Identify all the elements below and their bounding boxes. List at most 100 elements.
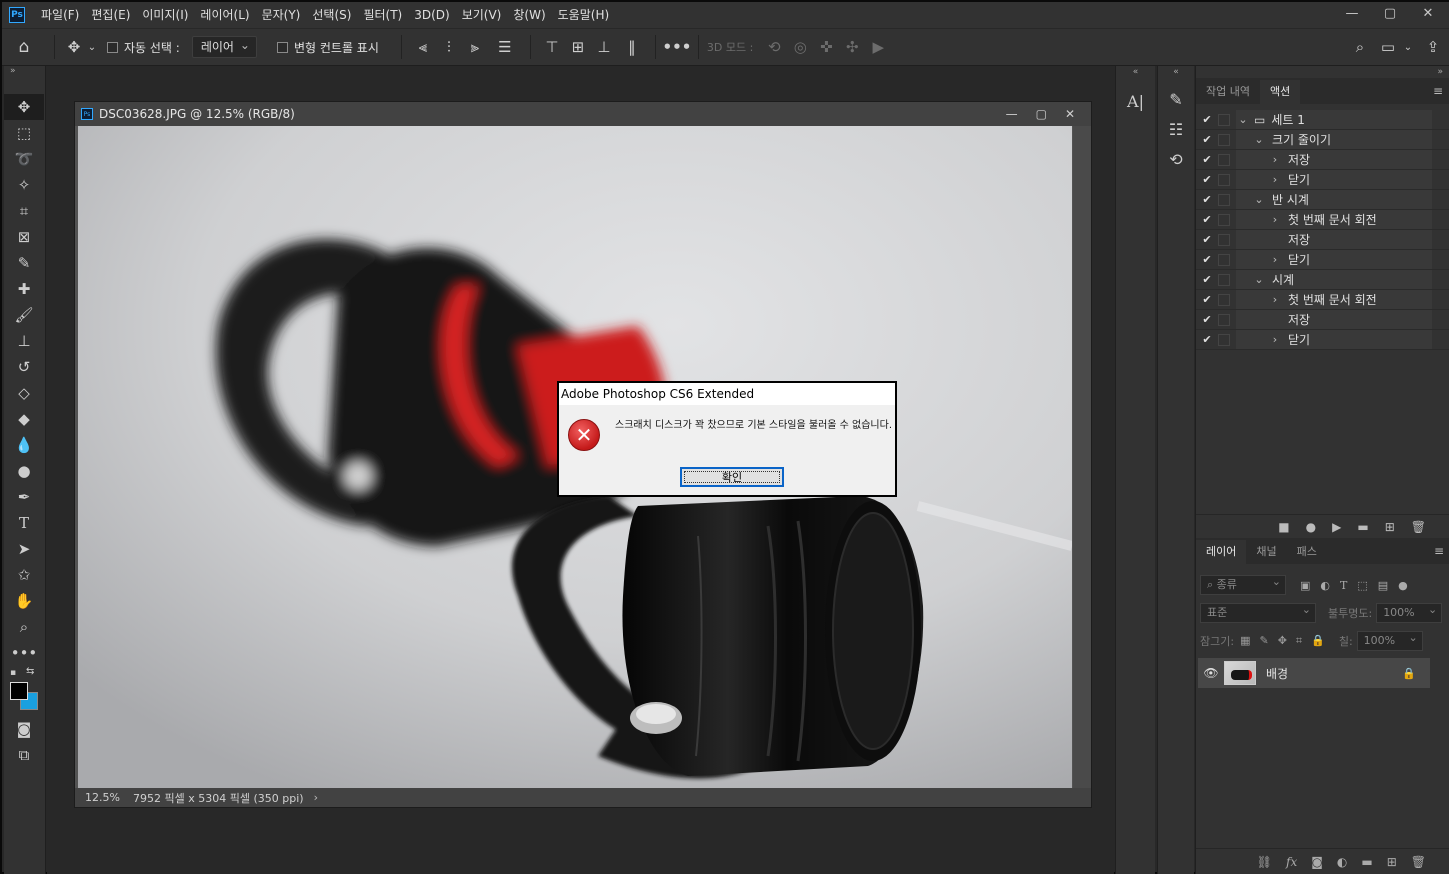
transform-controls-checkbox[interactable] (276, 41, 288, 53)
action-row[interactable]: ✔ › 닫기 (1196, 170, 1449, 190)
share-icon[interactable]: ⇪ (1415, 35, 1449, 59)
stop-icon[interactable]: ■ (1278, 520, 1289, 534)
chevron-right-icon[interactable]: › (1268, 213, 1282, 226)
filter-shape-icon[interactable]: ⬚ (1357, 579, 1367, 592)
dialog-toggle-box[interactable] (1218, 193, 1230, 206)
trash-icon[interactable]: 🗑 (1411, 855, 1426, 869)
adjustments-icon[interactable]: ☷ (1158, 114, 1194, 144)
filter-toggle-icon[interactable]: ● (1398, 579, 1408, 592)
play-icon[interactable]: ▶ (1332, 520, 1341, 534)
collapse-icon[interactable]: « (1158, 66, 1194, 78)
move-tool-icon[interactable]: ✥ (4, 94, 44, 120)
default-colors-icon[interactable]: ▪ (10, 668, 16, 678)
panel-menu-icon[interactable]: ≡ (1433, 84, 1443, 98)
dialog-toggle-box[interactable] (1218, 253, 1230, 266)
minimize-icon[interactable]: — (1006, 107, 1018, 121)
tab-layers[interactable]: 레이어 (1196, 540, 1247, 564)
foreground-color-swatch[interactable] (10, 682, 28, 700)
tab-channels[interactable]: 채널 (1246, 540, 1286, 564)
dialog-toggle-box[interactable] (1218, 233, 1230, 246)
action-toggle-check-icon[interactable]: ✔ (1196, 173, 1218, 186)
more-tools-icon[interactable]: ••• (4, 640, 44, 666)
dialog-toggle-box[interactable] (1218, 313, 1230, 326)
quick-mask-icon[interactable]: ◙ (4, 716, 44, 742)
dialog-toggle-box[interactable] (1218, 113, 1230, 126)
menu-select[interactable]: 선택(S) (306, 2, 357, 28)
action-row[interactable]: ✔ › 닫기 (1196, 330, 1449, 350)
filter-smart-object-icon[interactable]: ▤ (1378, 579, 1388, 592)
dialog-toggle-box[interactable] (1218, 133, 1230, 146)
action-row[interactable]: ✔ 저장 (1196, 230, 1449, 250)
menu-edit[interactable]: 편집(E) (85, 2, 136, 28)
document-tab[interactable]: Ps DSC03628.JPG @ 12.5% (RGB/8) (75, 102, 1091, 126)
lock-artboard-icon[interactable]: ⌗ (1296, 634, 1302, 648)
align-middle-icon[interactable]: ⊞ (565, 35, 591, 59)
action-row[interactable]: ✔ › 저장 (1196, 150, 1449, 170)
hand-tool-icon[interactable]: ✋ (4, 588, 44, 614)
brush-tool-icon[interactable]: 🖌 (4, 302, 44, 328)
more-options-icon[interactable]: ••• (663, 35, 692, 59)
healing-brush-icon[interactable]: ✚ (4, 276, 44, 302)
character-panel-icon[interactable]: A| (1116, 86, 1155, 116)
menu-view[interactable]: 보기(V) (456, 2, 508, 28)
new-action-icon[interactable]: ⊞ (1385, 520, 1395, 534)
align-bottom-icon[interactable]: ⊥ (591, 35, 617, 59)
menu-type[interactable]: 문자(Y) (256, 2, 307, 28)
lasso-tool-icon[interactable]: ➰ (4, 146, 44, 172)
action-toggle-check-icon[interactable]: ✔ (1196, 333, 1218, 346)
3d-pan-icon[interactable]: ✜ (813, 35, 839, 59)
action-toggle-check-icon[interactable]: ✔ (1196, 213, 1218, 226)
3d-roll-icon[interactable]: ◎ (787, 35, 813, 59)
layer-mask-icon[interactable]: ◙ (1311, 855, 1323, 869)
zoom-level[interactable]: 12.5% (75, 791, 125, 804)
lock-transparent-icon[interactable]: ▦ (1240, 634, 1250, 648)
maximize-icon[interactable]: ▢ (1036, 107, 1047, 121)
opacity-input[interactable]: 100% (1376, 601, 1443, 623)
tab-actions[interactable]: 액션 (1259, 80, 1301, 104)
menu-help[interactable]: 도움말(H) (552, 2, 616, 28)
layer-style-icon[interactable]: fx (1286, 855, 1297, 869)
action-row[interactable]: ✔ ⌄ ▭ 세트 1 (1196, 110, 1449, 130)
tab-history[interactable]: 작업 내역 (1196, 80, 1260, 104)
auto-select-dropdown[interactable]: 레이어 (191, 35, 257, 58)
3d-slide-icon[interactable]: ✣ (839, 35, 865, 59)
trash-icon[interactable]: 🗑 (1411, 520, 1426, 534)
ok-button[interactable]: 확인 (680, 467, 784, 487)
action-toggle-check-icon[interactable]: ✔ (1196, 253, 1218, 266)
folder-icon[interactable]: ▬ (1357, 520, 1368, 534)
swap-colors-icon[interactable]: ⇆ (26, 666, 34, 677)
collapse-icon[interactable]: » (1196, 66, 1449, 78)
paint-bucket-icon[interactable]: ◆ (4, 406, 44, 432)
distribute-icon[interactable]: ☰ (488, 35, 522, 59)
action-row[interactable]: ✔ ⌄ 크기 줄이기 (1196, 130, 1449, 150)
path-selection-icon[interactable]: ➤ (4, 536, 44, 562)
collapse-icon[interactable]: « (1116, 66, 1155, 78)
chevron-down-icon[interactable]: ⌄ (1252, 273, 1266, 286)
3d-scale-icon[interactable]: ▶ (865, 35, 891, 59)
layer-filter-dropdown[interactable]: ⌕ 종류 (1200, 573, 1286, 595)
auto-select-checkbox[interactable] (107, 41, 118, 53)
record-icon[interactable]: ● (1306, 520, 1316, 534)
history-brush-icon[interactable]: ↺ (4, 354, 44, 380)
align-right-icon[interactable]: ⫸ (462, 35, 488, 59)
collapse-icon[interactable]: » (4, 66, 45, 80)
chevron-right-icon[interactable]: › (1268, 173, 1282, 186)
adjustment-layer-icon[interactable]: ◐ (1337, 855, 1347, 869)
menu-layer[interactable]: 레이어(L) (194, 2, 255, 28)
action-toggle-check-icon[interactable]: ✔ (1196, 273, 1218, 286)
action-toggle-check-icon[interactable]: ✔ (1196, 153, 1218, 166)
chevron-right-icon[interactable]: › (1268, 153, 1282, 166)
align-left-icon[interactable]: ⫷ (410, 35, 436, 59)
zoom-tool-icon[interactable]: ⌕ (4, 614, 44, 640)
action-row[interactable]: ✔ ⌄ 반 시계 (1196, 190, 1449, 210)
eraser-icon[interactable]: ◇ (4, 380, 44, 406)
action-toggle-check-icon[interactable]: ✔ (1196, 193, 1218, 206)
dialog-toggle-box[interactable] (1218, 273, 1230, 286)
chevron-right-icon[interactable]: › (1268, 253, 1282, 266)
shape-tool-icon[interactable]: ✩ (4, 562, 44, 588)
home-icon[interactable]: ⌂ (2, 35, 46, 59)
visibility-eye-icon[interactable]: 👁 (1198, 666, 1224, 680)
action-row[interactable]: ✔ › 첫 번째 문서 회전 (1196, 210, 1449, 230)
type-tool-icon[interactable]: T (4, 510, 44, 536)
dialog-toggle-box[interactable] (1218, 293, 1230, 306)
